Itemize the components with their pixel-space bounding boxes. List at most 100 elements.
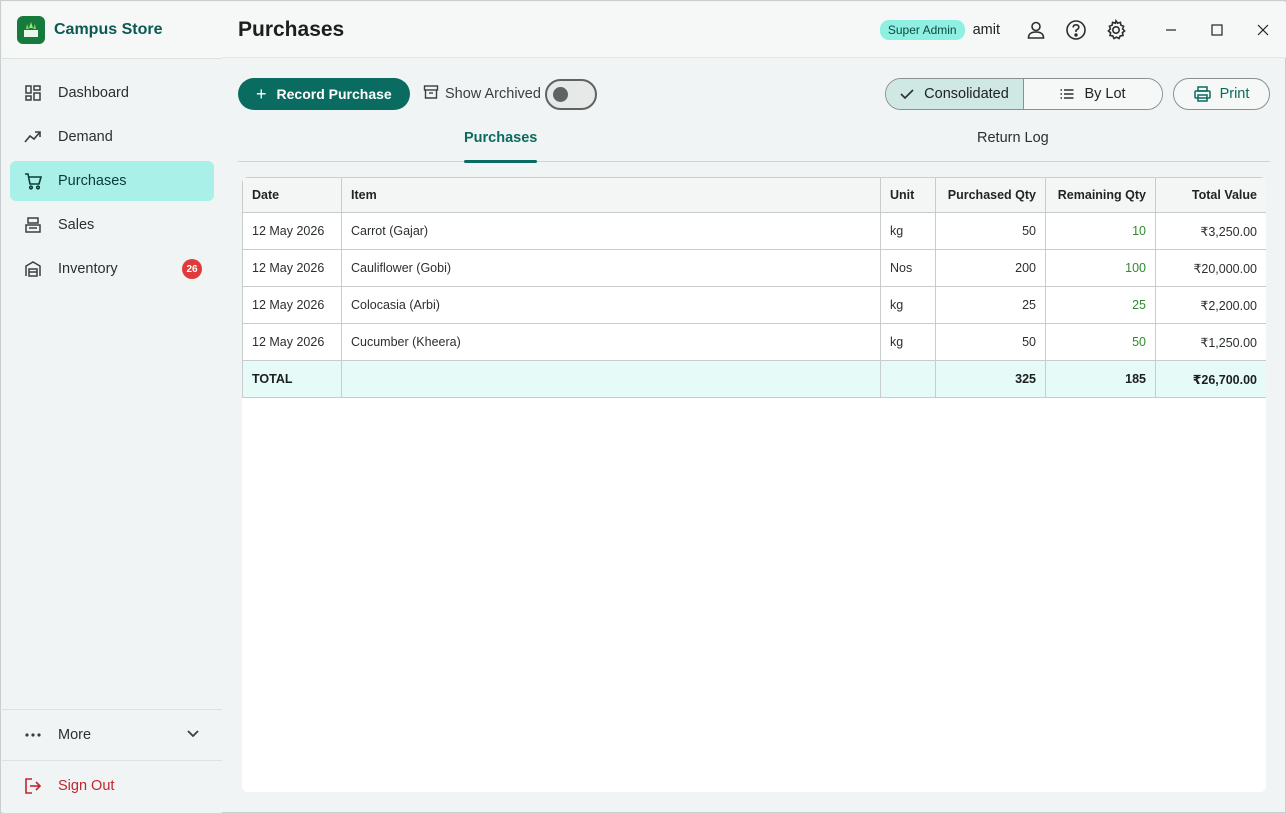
cell-purchased-qty: 25 xyxy=(935,286,1046,324)
sidebar-nav: Dashboard Demand Purchases Sales Invento… xyxy=(2,59,222,289)
column-header-date[interactable]: Date xyxy=(242,177,342,213)
tab-purchases-label: Purchases xyxy=(464,130,538,146)
total-empty-cell xyxy=(341,360,881,398)
total-purchased-qty: 325 xyxy=(935,360,1046,398)
sidebar: Campus Store Dashboard Demand Purchases … xyxy=(2,2,222,813)
sidebar-item-purchases[interactable]: Purchases xyxy=(10,161,214,201)
cell-unit: kg xyxy=(880,286,936,324)
cell-date: 12 May 2026 xyxy=(242,323,342,361)
table-row[interactable]: 12 May 2026 Colocasia (Arbi) kg 25 25 ₹2… xyxy=(242,286,1266,324)
tab-return-log-label: Return Log xyxy=(977,130,1049,146)
trending-icon xyxy=(23,127,43,147)
view-mode-segmented: Consolidated By Lot xyxy=(885,78,1163,110)
app-name: Campus Store xyxy=(54,21,163,38)
cell-unit: kg xyxy=(880,212,936,250)
cell-purchased-qty: 50 xyxy=(935,323,1046,361)
cell-total-value: ₹3,250.00 xyxy=(1155,212,1266,250)
app-window: Campus Store Dashboard Demand Purchases … xyxy=(0,0,1286,813)
view-consolidated-button[interactable]: Consolidated xyxy=(886,79,1024,109)
profile-icon[interactable] xyxy=(1016,10,1056,50)
cell-item: Colocasia (Arbi) xyxy=(341,286,881,324)
cell-purchased-qty: 200 xyxy=(935,249,1046,287)
brand: Campus Store xyxy=(2,2,222,59)
toggle-knob xyxy=(552,86,568,102)
help-icon[interactable] xyxy=(1056,10,1096,50)
record-purchase-button[interactable]: + Record Purchase xyxy=(238,78,410,110)
cell-total-value: ₹2,200.00 xyxy=(1155,286,1266,324)
cell-date: 12 May 2026 xyxy=(242,249,342,287)
column-header-purchased-qty[interactable]: Purchased Qty xyxy=(935,177,1046,213)
column-header-unit[interactable]: Unit xyxy=(880,177,936,213)
cell-total-value: ₹1,250.00 xyxy=(1155,323,1266,361)
settings-gear-icon[interactable] xyxy=(1096,10,1136,50)
sidebar-item-sales[interactable]: Sales xyxy=(10,205,214,245)
sidebar-item-label: Inventory xyxy=(58,261,118,277)
view-by-lot-button[interactable]: By Lot xyxy=(1024,79,1162,109)
sign-out-button[interactable]: Sign Out xyxy=(2,761,222,811)
sidebar-bottom: More Sign Out xyxy=(2,709,222,811)
show-archived-toggle[interactable] xyxy=(544,78,597,110)
sidebar-item-inventory[interactable]: Inventory 26 xyxy=(10,249,214,289)
more-menu[interactable]: More xyxy=(2,709,222,761)
cell-item: Cauliflower (Gobi) xyxy=(341,249,881,287)
cell-unit: kg xyxy=(880,323,936,361)
show-archived-label: Show Archived xyxy=(445,86,541,102)
close-icon[interactable] xyxy=(1240,2,1286,58)
column-header-total-value[interactable]: Total Value xyxy=(1155,177,1266,213)
purchases-table: Date Item Unit Purchased Qty Remaining Q… xyxy=(242,177,1266,398)
cell-item: Cucumber (Kheera) xyxy=(341,323,881,361)
checkmark-icon xyxy=(900,88,914,100)
title-bar: Purchases Super Admin amit xyxy=(222,2,1286,58)
active-tab-indicator xyxy=(464,160,538,163)
sign-out-icon xyxy=(23,777,43,795)
plus-icon: + xyxy=(256,84,267,104)
cell-total-value: ₹20,000.00 xyxy=(1155,249,1266,287)
tab-return-log[interactable]: Return Log xyxy=(977,124,1049,162)
cell-date: 12 May 2026 xyxy=(242,286,342,324)
total-label: TOTAL xyxy=(242,360,342,398)
record-purchase-label: Record Purchase xyxy=(276,86,392,102)
username: amit xyxy=(972,22,1000,38)
sidebar-item-dashboard[interactable]: Dashboard xyxy=(10,73,214,113)
cart-icon xyxy=(23,171,43,191)
sign-out-label: Sign Out xyxy=(58,778,115,794)
table-header-row: Date Item Unit Purchased Qty Remaining Q… xyxy=(242,177,1266,213)
cell-remaining-qty: 100 xyxy=(1045,249,1156,287)
column-header-remaining-qty[interactable]: Remaining Qty xyxy=(1045,177,1156,213)
page-title: Purchases xyxy=(238,17,345,41)
cell-remaining-qty: 50 xyxy=(1045,323,1156,361)
print-button[interactable]: Print xyxy=(1173,78,1270,110)
sidebar-item-demand[interactable]: Demand xyxy=(10,117,214,157)
dashboard-icon xyxy=(23,83,43,103)
cell-date: 12 May 2026 xyxy=(242,212,342,250)
archive-box-icon xyxy=(423,84,439,105)
sidebar-item-label: Purchases xyxy=(58,173,127,189)
toolbar: + Record Purchase Show Archived Consolid… xyxy=(222,78,1286,110)
show-archived-control: Show Archived xyxy=(423,78,597,110)
maximize-icon[interactable] xyxy=(1194,2,1240,58)
cell-unit: Nos xyxy=(880,249,936,287)
tab-purchases[interactable]: Purchases xyxy=(464,124,538,163)
chevron-down-icon xyxy=(186,727,200,746)
header-actions: Super Admin amit xyxy=(879,2,1286,58)
table-total-row: TOTAL 325 185 ₹26,700.00 xyxy=(242,360,1266,398)
main-content: Purchases Super Admin amit + Record Purc… xyxy=(222,2,1286,813)
cell-purchased-qty: 50 xyxy=(935,212,1046,250)
cell-item: Carrot (Gajar) xyxy=(341,212,881,250)
minimize-icon[interactable] xyxy=(1148,2,1194,58)
table-row[interactable]: 12 May 2026 Cauliflower (Gobi) Nos 200 1… xyxy=(242,249,1266,287)
cash-register-icon xyxy=(23,215,43,235)
role-badge: Super Admin xyxy=(879,20,965,40)
more-dots-icon xyxy=(23,732,43,738)
cell-remaining-qty: 25 xyxy=(1045,286,1156,324)
table-row[interactable]: 12 May 2026 Carrot (Gajar) kg 50 10 ₹3,2… xyxy=(242,212,1266,250)
column-header-item[interactable]: Item xyxy=(341,177,881,213)
purchases-table-panel: Date Item Unit Purchased Qty Remaining Q… xyxy=(242,177,1266,792)
total-value: ₹26,700.00 xyxy=(1155,360,1266,398)
warehouse-icon xyxy=(23,259,43,279)
sidebar-item-label: Demand xyxy=(58,129,113,145)
inventory-count-badge: 26 xyxy=(182,259,202,279)
cell-remaining-qty: 10 xyxy=(1045,212,1156,250)
list-icon xyxy=(1060,88,1074,100)
table-row[interactable]: 12 May 2026 Cucumber (Kheera) kg 50 50 ₹… xyxy=(242,323,1266,361)
